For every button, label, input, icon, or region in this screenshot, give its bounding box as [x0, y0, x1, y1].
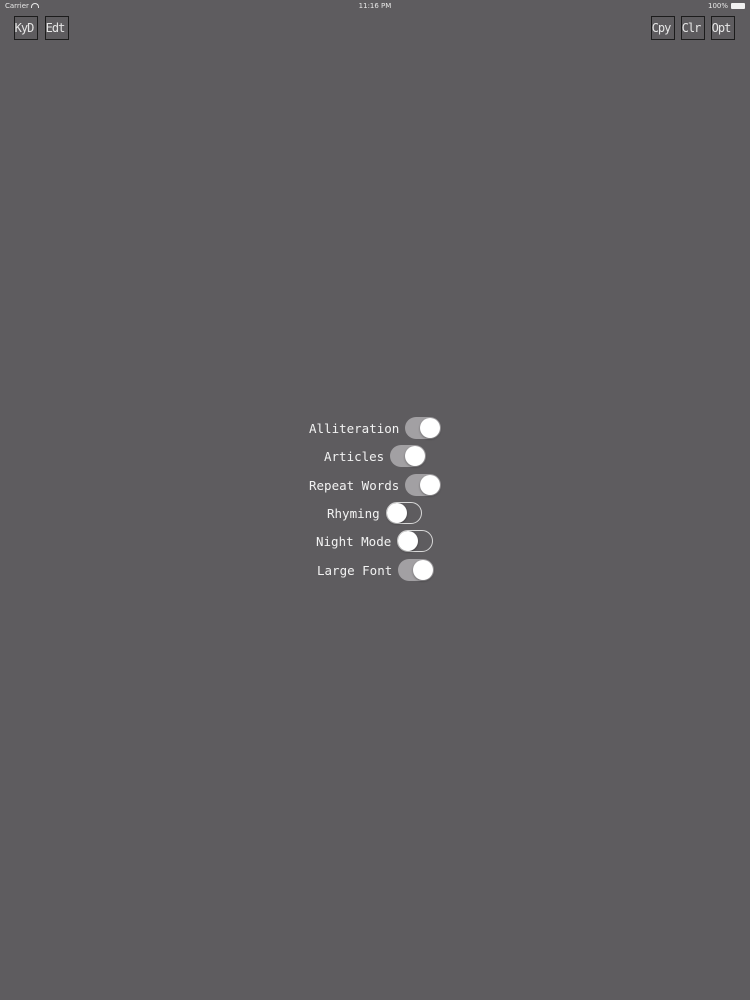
edit-button[interactable]: Edt — [45, 16, 69, 40]
alliteration-toggle[interactable] — [405, 417, 442, 439]
setting-row-rhyming: Rhyming — [327, 499, 422, 527]
rhyming-toggle[interactable] — [385, 502, 422, 524]
setting-row-alliteration: Alliteration — [309, 414, 442, 442]
status-right: 100% — [708, 2, 745, 10]
setting-row-night-mode: Night Mode — [316, 527, 434, 555]
keyboard-dismiss-label: KyD — [14, 21, 34, 35]
setting-row-repeat-words: Repeat Words — [309, 471, 442, 499]
status-time: 11:16 PM — [358, 2, 392, 10]
setting-label: Rhyming — [327, 505, 380, 521]
toggle-knob — [405, 446, 426, 466]
clear-label: Clr — [681, 21, 701, 35]
copy-label: Cpy — [651, 21, 671, 35]
setting-label: Large Font — [317, 562, 393, 578]
setting-label: Articles — [324, 448, 385, 464]
clear-button[interactable]: Clr — [681, 16, 705, 40]
setting-row-articles: Articles — [324, 442, 427, 470]
setting-row-large-font: Large Font — [317, 556, 435, 584]
status-bar: Carrier 11:16 PM 100% — [0, 0, 750, 12]
toggle-knob — [420, 418, 441, 438]
toggle-knob — [398, 530, 419, 551]
setting-label: Alliteration — [309, 420, 400, 436]
night-mode-toggle[interactable] — [397, 530, 434, 552]
options-label: Opt — [711, 21, 731, 35]
large-font-toggle[interactable] — [398, 559, 435, 581]
edit-label: Edt — [45, 21, 65, 35]
options-button[interactable]: Opt — [711, 16, 735, 40]
toggle-knob — [420, 475, 441, 495]
setting-label: Night Mode — [316, 533, 392, 549]
articles-toggle[interactable] — [390, 445, 427, 467]
setting-label: Repeat Words — [309, 477, 400, 493]
keyboard-dismiss-button[interactable]: KyD — [14, 16, 38, 40]
battery-percent: 100% — [707, 2, 728, 10]
toggle-knob — [413, 560, 434, 580]
battery-icon — [731, 3, 745, 9]
app-screen: Carrier 11:16 PM 100% KyD Edt Cpy Clr Op… — [0, 0, 750, 1000]
copy-button[interactable]: Cpy — [651, 16, 675, 40]
repeat-words-toggle[interactable] — [405, 474, 442, 496]
toggle-knob — [386, 502, 407, 523]
